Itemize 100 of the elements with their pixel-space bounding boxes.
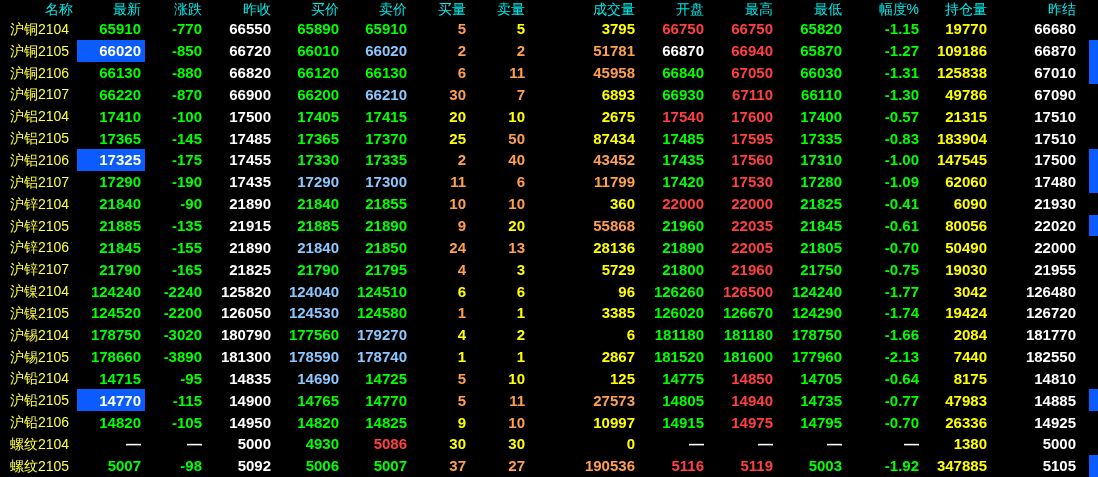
- cell-value: 124240: [90, 283, 141, 299]
- quote-row[interactable]: 沪镍2104 124240 -2240 125820 124040 124510 6 6 96 126260 126500 124240 -1.77 3042 126480: [0, 280, 1098, 302]
- cell-value: -1.77: [884, 283, 919, 299]
- cell-value: 5006: [305, 458, 339, 474]
- column-header[interactable]: 买量: [438, 2, 466, 16]
- cell-value: -0.61: [884, 218, 919, 233]
- cell-value: 179270: [356, 327, 407, 343]
- quote-row[interactable]: 螺纹2105 5007 -98 5092 5006 5007 37 27 190536 5116 5119 5003 -1.92 347885 5105: [0, 454, 1098, 477]
- column-header[interactable]: 买价: [311, 2, 339, 16]
- column-header[interactable]: 涨跌: [174, 2, 202, 16]
- cell-value: 17280: [800, 174, 842, 190]
- column-header[interactable]: 持仓量: [945, 2, 987, 16]
- cell-value: 2: [516, 327, 525, 343]
- quote-row[interactable]: 沪锌2104 21840 -90 21890 21840 21855 10 10 360 22000 22000 21825 -0.41 6090 21930: [0, 192, 1098, 215]
- cell-value: -880: [171, 65, 202, 81]
- cell-value: 14925: [1034, 414, 1076, 430]
- cell-value: -95: [180, 370, 202, 386]
- quote-row[interactable]: 沪铝2106 17325 -175 17455 17330 17335 2 40 43452 17435 17560 17310 -1.00 147545 17500: [0, 149, 1098, 171]
- column-header[interactable]: 成交量: [593, 2, 635, 16]
- cell-value: 6: [457, 283, 466, 299]
- cell-value: 67050: [731, 65, 773, 81]
- cell-value: 67090: [1034, 86, 1076, 102]
- cell-value: 360: [609, 196, 635, 212]
- quote-row[interactable]: 螺纹2104 — — 5000 4930 5086 30 30 0 — — — — 1380 5000: [0, 433, 1098, 455]
- cell-value: 10: [508, 108, 525, 124]
- quote-row[interactable]: 沪锌2105 21885 -135 21915 21885 21890 9 20 55868 21960 22035 21845 -0.61 80056 22020: [0, 214, 1098, 237]
- cell-value: 66130: [365, 65, 407, 81]
- cell-value: 21845: [800, 218, 842, 233]
- cell-value: 17530: [731, 174, 773, 190]
- highlighted-cell[interactable]: 14770: [77, 389, 145, 412]
- column-header[interactable]: 名称: [45, 2, 73, 16]
- cell-value: 40: [508, 152, 525, 168]
- cell-value: 5007: [373, 458, 407, 474]
- column-header[interactable]: 昨结: [1048, 2, 1076, 16]
- contract-name: 沪铝2107: [10, 174, 70, 189]
- cell-value: 55868: [593, 218, 635, 233]
- cell-value: 66750: [731, 21, 773, 37]
- cell-value: 181300: [220, 349, 271, 365]
- highlighted-cell[interactable]: 66020: [77, 39, 145, 62]
- quote-row[interactable]: 沪锌2106 21845 -155 21890 21840 21850 24 13 28136 21890 22005 21805 -0.70 50490 22000: [0, 236, 1098, 259]
- cell-value: -2.13: [884, 349, 919, 365]
- quote-row[interactable]: 沪铅2104 14715 -95 14835 14690 14725 5 10 125 14775 14850 14705 -0.64 8175 14810: [0, 367, 1098, 390]
- cell-value: 28136: [593, 239, 635, 255]
- cell-value: 17500: [229, 108, 271, 124]
- cell-value: 6893: [601, 86, 635, 102]
- column-header[interactable]: 最新: [113, 2, 141, 16]
- cell-value: 177560: [288, 327, 339, 343]
- cell-value: 5003: [808, 458, 842, 474]
- cell-value: 3795: [601, 21, 635, 37]
- column-header[interactable]: 开盘: [676, 2, 704, 16]
- quote-row[interactable]: 沪铜2104 65910 -770 66550 65890 65910 5 5 3795 66750 66750 65820 -1.15 19770 66680: [0, 18, 1098, 40]
- cell-value: 22000: [731, 196, 773, 212]
- cell-value: -0.41: [884, 196, 919, 212]
- quote-row[interactable]: 沪铅2105 14770 -115 14900 14765 14770 5 11 27573 14805 14940 14735 -0.77 47983 14885: [0, 389, 1098, 412]
- cell-value: 17455: [229, 152, 271, 168]
- column-header[interactable]: 幅度%: [878, 2, 919, 16]
- contract-name: 沪锌2104: [10, 196, 70, 211]
- quote-row[interactable]: 沪铅2106 14820 -105 14950 14820 14825 9 10 10997 14915 14975 14795 -0.70 26336 14925: [0, 411, 1098, 434]
- cell-value: -3890: [163, 349, 202, 365]
- cell-value: -870: [171, 86, 202, 102]
- column-header[interactable]: 卖量: [497, 2, 525, 16]
- cell-value: 27: [508, 458, 525, 474]
- cell-value: 37: [449, 458, 466, 474]
- quote-row[interactable]: 沪铜2105 66020 -850 66720 66010 66020 2 2 51781 66870 66940 65870 -1.27 109186 66870: [0, 39, 1098, 62]
- quote-row[interactable]: 沪铝2105 17365 -145 17485 17365 17370 25 50 87434 17485 17595 17335 -0.83 183904 17510: [0, 127, 1098, 150]
- cell-value: 17510: [1034, 108, 1076, 124]
- cell-value: 147545: [936, 152, 987, 168]
- column-header[interactable]: 最高: [745, 2, 773, 16]
- quote-row[interactable]: 沪铝2107 17290 -190 17435 17290 17300 11 6 11799 17420 17530 17280 -1.09 62060 17480: [0, 170, 1098, 193]
- cell-value: 178750: [791, 327, 842, 343]
- cell-value: 124520: [90, 305, 141, 321]
- quote-row[interactable]: 沪铝2104 17410 -100 17500 17405 17415 20 10 2675 17540 17600 17400 -0.57 21315 17510: [0, 105, 1098, 128]
- quote-row[interactable]: 沪镍2105 124520 -2200 126050 124530 124580 1 1 3385 126020 126670 124290 -1.74 19424 126720: [0, 301, 1098, 324]
- column-header[interactable]: 最低: [814, 2, 842, 16]
- quote-row[interactable]: 沪铜2106 66130 -880 66820 66120 66130 6 11 45958 66840 67050 66030 -1.31 125838 67010: [0, 61, 1098, 84]
- cell-value: 5729: [601, 261, 635, 277]
- quote-row[interactable]: 沪锡2105 178660 -3890 181300 178590 178740 1 1 2867 181520 181600 177960 -2.13 7440 182550: [0, 345, 1098, 368]
- cell-value: 180790: [220, 327, 271, 343]
- cell-value: 66720: [229, 43, 271, 59]
- cell-value: 21955: [1034, 261, 1076, 277]
- cell-value: 66870: [662, 43, 704, 59]
- quote-row[interactable]: 沪铜2107 66220 -870 66900 66200 66210 30 7 6893 66930 67110 66110 -1.30 49786 67090: [0, 83, 1098, 106]
- column-header[interactable]: 昨收: [243, 2, 271, 16]
- cell-value: 66930: [662, 86, 704, 102]
- cell-value: 10: [449, 196, 466, 212]
- cell-value: 14775: [662, 370, 704, 386]
- quote-row[interactable]: 沪锌2107 21790 -165 21825 21790 21795 4 3 5729 21800 21960 21750 -0.75 19030 21955: [0, 258, 1098, 281]
- cell-value: 10997: [593, 414, 635, 430]
- cell-value: 126020: [653, 305, 704, 321]
- cell-value: 30: [508, 436, 525, 452]
- quote-row[interactable]: 沪锡2104 178750 -3020 180790 177560 179270 4 2 6 181180 181180 178750 -1.66 2084 181770: [0, 323, 1098, 346]
- cell-value: 17330: [297, 152, 339, 168]
- highlighted-cell[interactable]: 17325: [77, 149, 145, 171]
- column-header[interactable]: 卖价: [379, 2, 407, 16]
- cell-value: 21890: [662, 239, 704, 255]
- cell-value: 21960: [731, 261, 773, 277]
- cell-value: 50: [508, 130, 525, 146]
- cell-value: -1.74: [884, 305, 919, 321]
- cell-value: 65910: [365, 21, 407, 37]
- cell-value: 17480: [1034, 174, 1076, 190]
